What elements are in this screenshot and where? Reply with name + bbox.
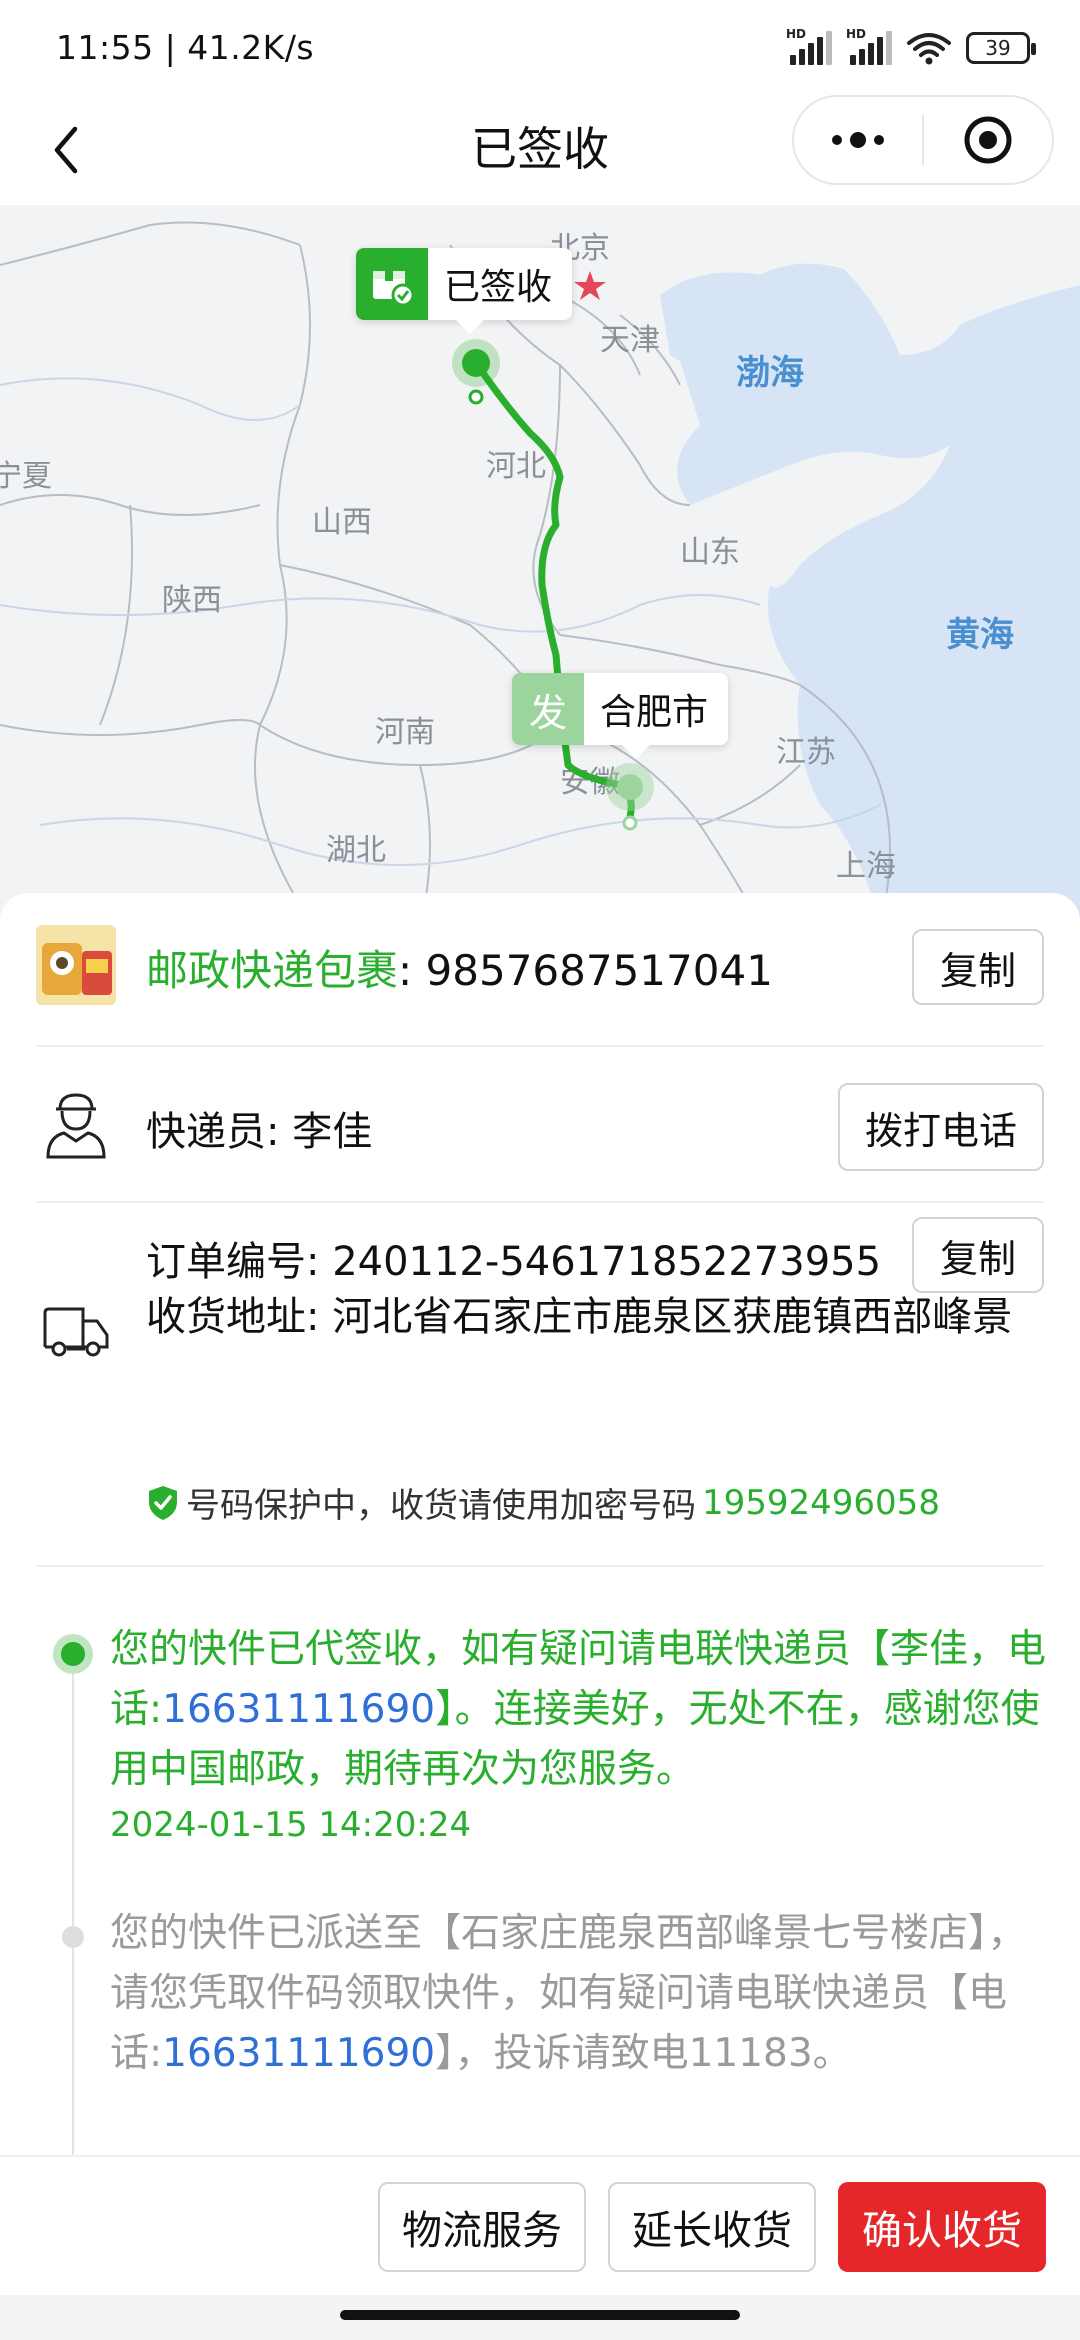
chevron-left-icon [54, 126, 78, 174]
more-dot-icon [832, 135, 842, 145]
signal-icon-2: HD [846, 27, 892, 65]
home-indicator[interactable] [340, 2310, 740, 2320]
privacy-text: 号码保护中，收货请使用加密号码 [186, 1486, 696, 1526]
signal-icon: HD [786, 27, 832, 65]
back-button[interactable] [36, 117, 96, 183]
timeline-event-1-phone[interactable]: 16631111690 [162, 1687, 435, 1732]
origin-bubble[interactable]: 发 合肥市 [512, 673, 729, 759]
origin-anchor [622, 815, 638, 831]
carrier-colon: : [398, 946, 426, 995]
package-row: 邮政快递包裹: 9857687517041 复制 [36, 893, 1044, 1045]
destination-status-label: 已签收 [444, 267, 553, 308]
courier-icon [36, 1083, 116, 1163]
more-dot-icon [850, 132, 866, 148]
extend-receipt-button[interactable]: 延长收货 [608, 2182, 816, 2272]
bottom-action-bar: 物流服务 延长收货 确认收货 [0, 2155, 1080, 2295]
tracking-number: 9857687517041 [425, 946, 773, 995]
delivery-address: 收货地址: 河北省石家庄市鹿泉区获鹿镇西部峰景 [146, 1294, 1013, 1340]
order-number: 订单编号: 240112-546171852273955 [146, 1239, 882, 1285]
destination-bubble[interactable]: 已签收 [356, 248, 573, 334]
route-line [472, 359, 635, 821]
carrier-tracking: 邮政快递包裹: 9857687517041 [146, 937, 773, 998]
truck-icon [36, 1293, 116, 1373]
battery-level: 39 [985, 36, 1011, 60]
origin-tag-text: 发 [528, 690, 567, 735]
more-button[interactable] [794, 97, 922, 183]
carrier-name: 邮政快递包裹 [146, 946, 399, 995]
courier-row: 快递员: 李佳 拨打电话 [36, 1047, 1044, 1201]
timeline-event-2-phone[interactable]: 16631111690 [162, 2031, 435, 2076]
origin-city-label: 合肥市 [600, 692, 709, 733]
logistics-service-button[interactable]: 物流服务 [378, 2182, 586, 2272]
timeline-event-1: 您的快件已代签收，如有疑问请电联快递员【李佳，电话:16631111690】。连… [110, 1620, 1050, 1800]
route-map[interactable]: 北京 天津 渤海 宁夏 河北 山西 山东 陕西 黄海 河南 江苏 安徽 湖北 上… [0, 205, 1080, 925]
shield-check-icon [149, 1485, 177, 1520]
signal-hd-label: HD [786, 27, 807, 41]
timeline-event-1-time: 2024-01-15 14:20:24 [110, 1805, 472, 1845]
target-circle-icon [964, 116, 1012, 164]
battery-icon: 39 [966, 32, 1036, 64]
bubble-tail [622, 745, 650, 759]
timeline-event-2: 您的快件已派送至【石家庄鹿泉西部峰景七号楼店】，请您凭取件码领取快件，如有疑问请… [110, 1904, 1050, 2084]
status-bar: 11:55 | 41.2K/s HD HD 39 [0, 0, 1080, 95]
confirm-receipt-button[interactable]: 确认收货 [838, 2182, 1046, 2272]
destination-anchor [468, 389, 484, 405]
nav-bar: 已签收 [0, 95, 1080, 205]
shipment-card: 邮政快递包裹: 9857687517041 复制 快递员: 李佳 拨打电话 订单… [0, 893, 1080, 2155]
bubble-tail [456, 320, 484, 334]
status-icons: HD HD 39 [786, 27, 1036, 68]
origin-tag: 发 [512, 673, 584, 745]
call-courier-button[interactable]: 拨打电话 [838, 1083, 1044, 1171]
wifi-icon [907, 33, 951, 65]
copy-tracking-button[interactable]: 复制 [912, 929, 1044, 1005]
destination-dot [462, 349, 490, 377]
status-time: 11:55 | 41.2K/s [56, 28, 315, 67]
product-thumbnail[interactable] [36, 925, 116, 1005]
close-miniprogram-button[interactable] [924, 97, 1052, 183]
timeline-line [72, 1653, 74, 2155]
courier-name: 快递员: 李佳 [146, 1109, 373, 1155]
privacy-number[interactable]: 19592496058 [702, 1483, 940, 1523]
divider [36, 1565, 1044, 1567]
timeline-dot-active [61, 1642, 85, 1666]
signal-hd-label-2: HD [846, 27, 867, 41]
copy-order-button[interactable]: 复制 [912, 1217, 1044, 1293]
origin-dot [617, 774, 643, 800]
order-row: 订单编号: 240112-546171852273955 复制 收货地址: 河北… [36, 1203, 1044, 1568]
mini-program-capsule [792, 95, 1054, 185]
timeline-dot [62, 1926, 84, 1948]
timeline-event-2-text-after: 】，投诉请致电11183。 [435, 2031, 852, 2076]
privacy-notice: 号码保护中，收货请使用加密号码 19592496058 [146, 1478, 940, 1527]
package-signed-icon [356, 248, 428, 320]
more-dot-icon [874, 135, 884, 145]
